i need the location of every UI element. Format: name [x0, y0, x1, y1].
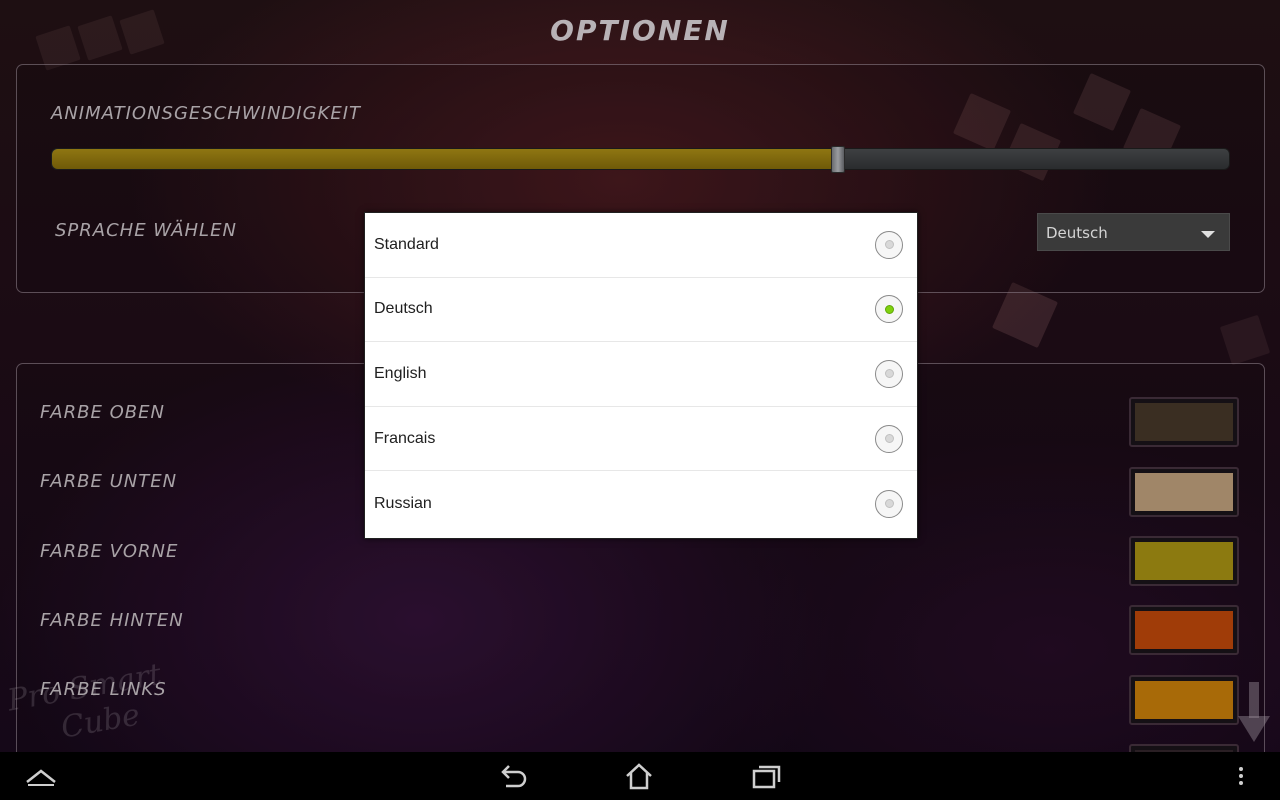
- background-decoration: [1219, 314, 1271, 366]
- radio-button[interactable]: [875, 359, 903, 388]
- language-option-standard[interactable]: Standard: [365, 213, 917, 278]
- chevron-down-icon: [1201, 231, 1215, 238]
- home-icon[interactable]: [614, 752, 664, 800]
- color-front-swatch[interactable]: [1129, 536, 1239, 586]
- radio-button[interactable]: [875, 489, 903, 518]
- color-bottom-swatch[interactable]: [1129, 467, 1239, 517]
- language-dialog: Standard Deutsch English Francais Russia…: [364, 212, 918, 539]
- color-bottom-label: FARBE UNTEN: [40, 471, 178, 492]
- color-top-swatch[interactable]: [1129, 397, 1239, 447]
- slider-fill: [52, 149, 839, 169]
- radio-button[interactable]: [875, 424, 903, 453]
- overflow-menu-icon[interactable]: [1226, 752, 1256, 800]
- color-back-label: FARBE HINTEN: [40, 610, 184, 631]
- color-back-swatch[interactable]: [1129, 605, 1239, 655]
- color-next-swatch[interactable]: [1129, 744, 1239, 752]
- back-icon[interactable]: [488, 752, 538, 800]
- language-option-deutsch[interactable]: Deutsch: [365, 278, 917, 343]
- page-title: OPTIONEN: [550, 14, 730, 47]
- radio-button[interactable]: [875, 295, 903, 324]
- color-top-label: FARBE OBEN: [40, 402, 165, 423]
- animation-speed-label: ANIMATIONSGESCHWINDIGKEIT: [51, 103, 362, 124]
- system-navigation-bar: [0, 752, 1280, 800]
- slider-thumb[interactable]: [831, 146, 846, 173]
- color-left-swatch[interactable]: [1129, 675, 1239, 725]
- language-option-english[interactable]: English: [365, 342, 917, 407]
- language-dropdown[interactable]: Deutsch: [1037, 213, 1230, 251]
- language-dropdown-value: Deutsch: [1046, 224, 1108, 242]
- color-front-label: FARBE VORNE: [40, 541, 179, 562]
- chevron-up-icon[interactable]: [16, 752, 66, 800]
- language-label: SPRACHE WÄHLEN: [55, 220, 237, 241]
- language-option-russian[interactable]: Russian: [365, 471, 917, 536]
- scroll-down-arrow-icon[interactable]: [1238, 682, 1270, 744]
- recent-apps-icon[interactable]: [742, 752, 792, 800]
- language-option-francais[interactable]: Francais: [365, 407, 917, 472]
- animation-speed-slider[interactable]: [51, 146, 1230, 173]
- radio-button[interactable]: [875, 230, 903, 259]
